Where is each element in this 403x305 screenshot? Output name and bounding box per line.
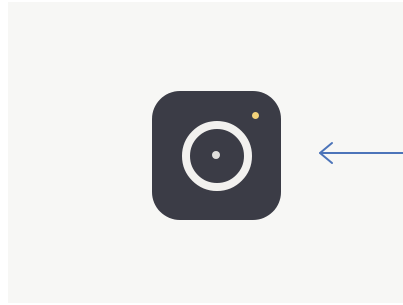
flash-indicator-dot — [252, 112, 259, 119]
pointer-arrow-icon — [319, 142, 403, 164]
lens-center-dot — [212, 151, 220, 159]
camera-app-icon[interactable] — [152, 91, 281, 220]
